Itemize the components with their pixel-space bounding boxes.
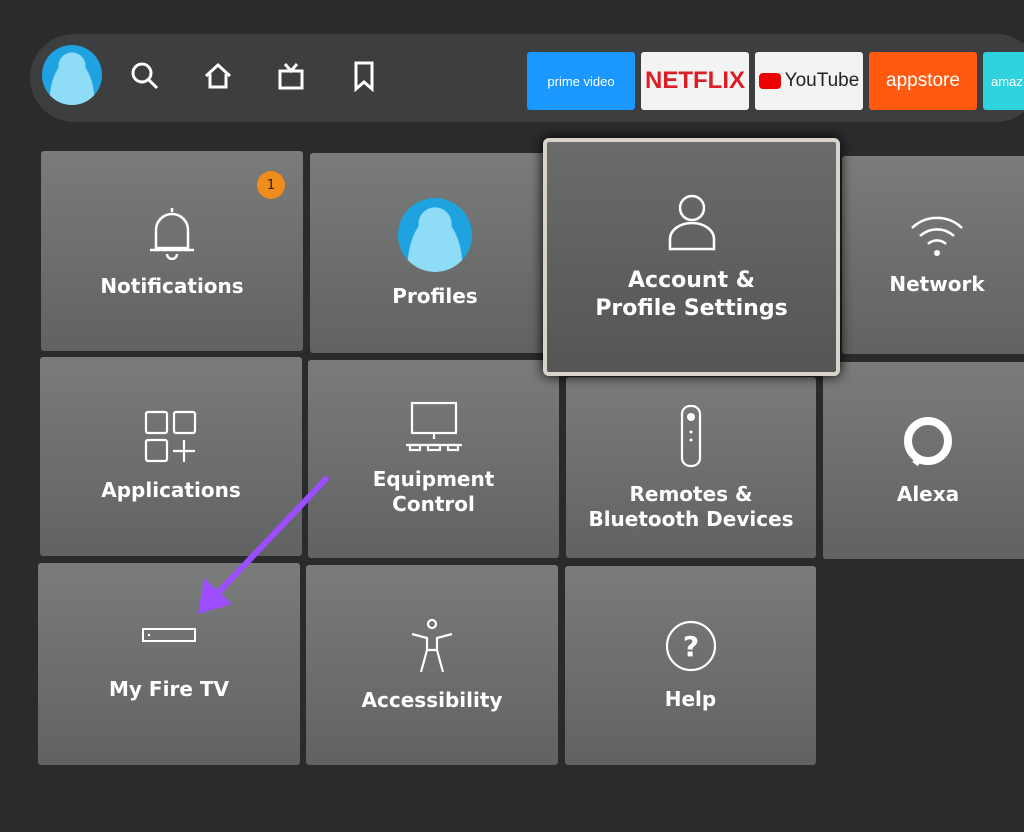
annotation-arrow bbox=[198, 476, 329, 614]
